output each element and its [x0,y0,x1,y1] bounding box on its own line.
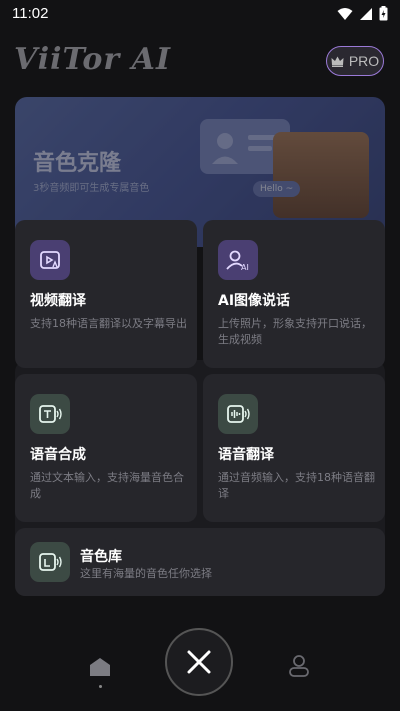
pro-label: PRO [348,53,380,69]
voice-translate-card[interactable]: 语音翻译 通过音频输入，支持18种语音翻译 [203,374,385,522]
banner-speech-bubble: Hello ~ [253,181,301,197]
voice-library-card[interactable]: 音色库 这里有海量的音色任你选择 [15,528,385,596]
status-bar: 11:02 [0,0,400,30]
card-title: AI图像说话 [218,293,291,309]
status-icons [337,6,388,21]
home-icon[interactable] [88,656,112,682]
card-description: 通过音频输入，支持18种语音翻译 [218,471,375,500]
banner-portrait-image [273,132,369,218]
card-title: 语音合成 [30,447,86,463]
card-description: 通过文本输入，支持海量音色合成 [30,471,184,500]
card-title: 语音翻译 [218,447,274,463]
card-title: 视频翻译 [30,293,86,309]
battery-icon [379,6,388,21]
active-indicator [99,685,102,688]
crown-icon [331,56,344,67]
text-to-speech-icon [30,394,70,434]
voice-translate-icon [218,394,258,434]
close-button[interactable] [165,628,233,696]
video-translate-card[interactable]: 视频翻译 支持18种语言翻译以及字幕导出 [15,220,197,368]
card-description: 这里有海量的音色任你选择 [80,567,212,580]
status-time: 11:02 [12,5,49,22]
wifi-icon [337,7,353,20]
ai-image-talk-card[interactable]: AI AI图像说话 上传照片，形象支持开口说话，生成视频 [203,220,385,368]
user-profile-icon[interactable] [288,654,310,682]
card-title: 音色库 [80,549,122,565]
banner-title: 音色克隆 [33,151,122,176]
speech-synthesis-card[interactable]: 语音合成 通过文本输入，支持海量音色合成 [15,374,197,522]
video-translate-icon [30,240,70,280]
svg-text:AI: AI [241,263,249,272]
card-description: 上传照片，形象支持开口说话，生成视频 [218,317,372,346]
card-description: 支持18种语言翻译以及字幕导出 [30,317,187,330]
voice-library-icon [30,542,70,582]
banner-subtitle: 3秒音频即可生成专属音色 [33,183,150,194]
close-icon [187,650,211,674]
pro-button[interactable]: PRO [326,46,384,76]
ai-avatar-icon: AI [218,240,258,280]
signal-icon [360,7,372,20]
app-logo: ViiTor AI [14,42,171,77]
